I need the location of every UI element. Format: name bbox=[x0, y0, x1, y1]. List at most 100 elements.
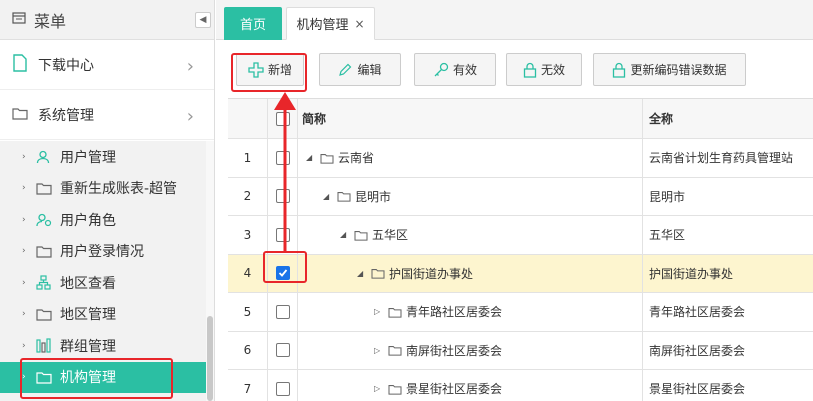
caret-right-icon: › bbox=[22, 214, 26, 225]
sidebar-item-download-center[interactable]: 下载中心 › bbox=[0, 40, 214, 90]
row-full-name: 青年路社区居委会 bbox=[649, 305, 746, 320]
row-number: 6 bbox=[228, 331, 268, 369]
row-number: 3 bbox=[228, 216, 268, 254]
sidebar-item-region-management[interactable]: › 地区管理 bbox=[0, 299, 207, 331]
update-button-label: 更新编码错误数据 bbox=[630, 63, 727, 77]
row-checkbox[interactable] bbox=[275, 381, 290, 396]
row-number: 5 bbox=[228, 293, 268, 331]
folder-icon bbox=[371, 267, 385, 279]
menu-title: 菜单 bbox=[34, 11, 67, 31]
row-name-cell: ◢ 昆明市 bbox=[298, 177, 643, 215]
sidebar-item-label: 用户登录情况 bbox=[60, 244, 144, 261]
sidebar-scrollbar-thumb[interactable] bbox=[207, 316, 213, 401]
sidebar-item-label: 群组管理 bbox=[60, 338, 116, 355]
tab-label: 机构管理 bbox=[296, 18, 349, 33]
sidebar-scrollbar[interactable] bbox=[206, 141, 214, 401]
collapse-sidebar-button[interactable]: ◀ bbox=[195, 12, 211, 28]
header-full-name[interactable]: 全称 bbox=[643, 99, 813, 138]
row-name-cell: ▷ 南屏街社区居委会 bbox=[298, 331, 643, 369]
expand-down-icon[interactable]: ◢ bbox=[323, 192, 335, 201]
sidebar-item-user-login-status[interactable]: › 用户登录情况 bbox=[0, 236, 207, 268]
app-root: 菜单 ◀ 下载中心 › 系统管理 › › 用户管理 › 重新生成账表-超管 › … bbox=[0, 0, 813, 401]
expand-right-icon[interactable]: ▷ bbox=[374, 346, 386, 355]
header-name[interactable]: 简称 bbox=[298, 99, 643, 138]
invalid-button[interactable]: 无效 bbox=[506, 53, 582, 86]
row-name: 南屏街社区居委会 bbox=[406, 343, 503, 358]
table-row[interactable]: 4 ◢ 护国街道办事处 护国街道办事处 bbox=[228, 254, 813, 293]
row-name: 昆明市 bbox=[355, 189, 392, 204]
row-number: 1 bbox=[228, 139, 268, 177]
table-row[interactable]: 3 ◢ 五华区 五华区 bbox=[228, 216, 813, 255]
user-icon bbox=[36, 150, 54, 164]
expand-right-icon[interactable]: ▷ bbox=[374, 384, 386, 393]
row-checkbox-cell bbox=[268, 293, 298, 331]
row-checkbox[interactable] bbox=[275, 343, 290, 358]
tab-org-management[interactable]: 机构管理 × bbox=[286, 7, 375, 40]
expand-down-icon[interactable]: ◢ bbox=[340, 230, 352, 239]
row-name: 景星街社区居委会 bbox=[406, 382, 503, 397]
tab-home[interactable]: 首页 bbox=[224, 7, 282, 40]
row-name: 护国街道办事处 bbox=[389, 266, 474, 281]
sidebar-item-label: 系统管理 bbox=[38, 107, 94, 124]
update-code-errors-button[interactable]: 更新编码错误数据 bbox=[593, 53, 746, 86]
folder-icon bbox=[337, 190, 351, 202]
expand-down-icon[interactable]: ◢ bbox=[357, 269, 369, 278]
row-name-cell: ◢ 云南省 bbox=[298, 139, 643, 177]
folder-icon bbox=[12, 106, 28, 124]
table-row[interactable]: 5 ▷ 青年路社区居委会 青年路社区居委会 bbox=[228, 293, 813, 332]
sidebar-item-system-management[interactable]: 系统管理 › bbox=[0, 90, 214, 140]
table-row[interactable]: 1 ◢ 云南省 云南省计划生育药具管理站 bbox=[228, 139, 813, 178]
sidebar-item-user-roles[interactable]: › 用户角色 bbox=[0, 204, 207, 236]
sidebar-item-regenerate-ledger[interactable]: › 重新生成账表-超管 bbox=[0, 173, 207, 205]
caret-right-icon: › bbox=[22, 246, 26, 257]
row-checkbox[interactable] bbox=[275, 304, 290, 319]
group-icon bbox=[36, 338, 54, 353]
sidebar-item-label: 下载中心 bbox=[38, 57, 94, 74]
folder-icon bbox=[36, 307, 54, 321]
valid-button-label: 有效 bbox=[452, 63, 477, 77]
table-row[interactable]: 7 ▷ 景星街社区居委会 景星街社区居委会 bbox=[228, 370, 813, 401]
row-full-name: 云南省计划生育药具管理站 bbox=[649, 151, 794, 166]
chevron-right-icon: › bbox=[186, 106, 194, 127]
table-row[interactable]: 2 ◢ 昆明市 昆明市 bbox=[228, 177, 813, 216]
tab-label: 首页 bbox=[239, 18, 266, 33]
valid-button[interactable]: 有效 bbox=[414, 53, 496, 86]
sidebar-item-user-management[interactable]: › 用户管理 bbox=[0, 141, 207, 173]
key-icon bbox=[433, 62, 449, 78]
sidebar-item-label: 用户管理 bbox=[60, 149, 116, 166]
caret-right-icon: › bbox=[22, 151, 26, 162]
header-num-cell bbox=[228, 99, 268, 138]
caret-right-icon: › bbox=[22, 183, 26, 194]
row-checkbox-cell bbox=[268, 370, 298, 401]
folder-icon bbox=[36, 181, 54, 195]
sidebar-item-group-management[interactable]: › 群组管理 bbox=[0, 330, 207, 362]
sidebar-item-label: 地区查看 bbox=[60, 275, 116, 292]
row-name-cell: ◢ 护国街道办事处 bbox=[298, 254, 643, 292]
expand-right-icon[interactable]: ▷ bbox=[374, 307, 386, 316]
sitemap-icon bbox=[36, 275, 54, 290]
sidebar-item-label: 用户角色 bbox=[60, 212, 116, 229]
caret-right-icon: › bbox=[22, 309, 26, 320]
user-role-icon bbox=[36, 213, 54, 227]
table-row[interactable]: 6 ▷ 南屏街社区居委会 南屏街社区居委会 bbox=[228, 331, 813, 370]
sidebar-item-label: 地区管理 bbox=[60, 307, 116, 324]
row-full-name: 景星街社区居委会 bbox=[649, 382, 746, 397]
row-number: 2 bbox=[228, 177, 268, 215]
file-icon bbox=[12, 53, 28, 76]
close-icon[interactable]: × bbox=[354, 17, 364, 31]
highlight-add-button bbox=[231, 53, 307, 92]
folder-icon bbox=[388, 306, 402, 318]
folder-icon bbox=[36, 244, 54, 258]
sidebar-item-label: 重新生成账表-超管 bbox=[60, 181, 178, 198]
folder-icon bbox=[354, 229, 368, 241]
row-full-name: 五华区 bbox=[649, 228, 686, 243]
sidebar: 菜单 ◀ 下载中心 › 系统管理 › › 用户管理 › 重新生成账表-超管 › … bbox=[0, 0, 215, 401]
edit-button[interactable]: 编辑 bbox=[319, 53, 401, 86]
row-full-name: 昆明市 bbox=[649, 189, 686, 204]
caret-right-icon: › bbox=[22, 340, 26, 351]
menu-header: 菜单 ◀ bbox=[0, 0, 214, 40]
folder-icon bbox=[320, 152, 334, 164]
sidebar-item-region-view[interactable]: › 地区查看 bbox=[0, 267, 207, 299]
lock-icon bbox=[523, 62, 537, 78]
expand-down-icon[interactable]: ◢ bbox=[306, 153, 318, 162]
